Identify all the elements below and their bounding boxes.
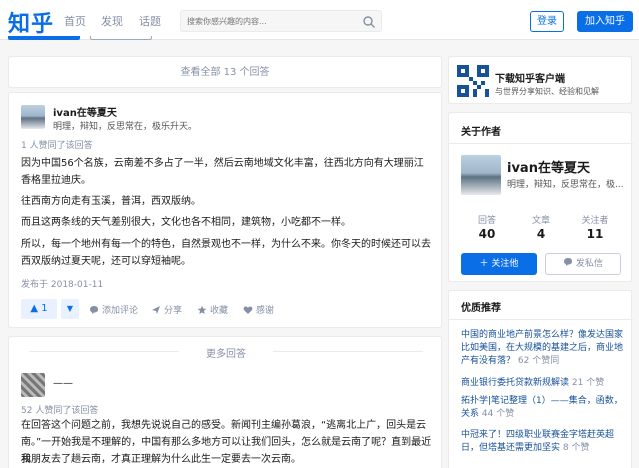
recommendation-line: 比如美国，在大规模的基建之后，商业地 [461, 343, 624, 353]
answer-paragraph: 所以，每一个地州有每一个的特色，自然景观也不一样，为什么不来。你冬天的时候还可以… [21, 239, 431, 267]
upvote-count: 1 [41, 303, 48, 314]
add-comment-button[interactable]: 添加评论 [89, 303, 138, 316]
answer-paragraph: 而且这两条线的天气差别很大，文化也各不相同，建筑物，小吃都不一样。 [21, 217, 351, 228]
recommendation-line: 产有没有落？ [461, 356, 516, 366]
recommendation-item[interactable]: 中冠来了！四级职业联赛金字塔赶英超 日，但塔基还需更加坚实 8 个赞 [461, 429, 625, 455]
plus-icon: ＋ [479, 259, 492, 269]
comment-icon [90, 306, 98, 314]
stat-articles-label: 文章 [531, 216, 550, 226]
recommendation-count: 8 个赞 [562, 443, 590, 453]
app-download-card[interactable]: 下载知乎客户端 与世界分享知识、经验和见解 [448, 56, 632, 104]
thanks-label: 感谢 [256, 306, 275, 316]
recommendation-count: 62 个赞同 [517, 356, 560, 366]
answer-text-line: 和朋友去了趟云南，才真正理解为什么此生一定要去一次云南。 [21, 454, 301, 465]
recommendation-item[interactable]: 中国的商业地产前景怎么样？像发达国家 比如美国，在大规模的基建之后，商业地 产有… [461, 329, 625, 368]
heart-icon [243, 306, 253, 314]
follow-button[interactable]: ＋ 关注他 [461, 253, 537, 275]
message-label: 发私信 [575, 259, 603, 269]
search-icon[interactable] [362, 15, 376, 29]
favorite-label: 收藏 [210, 306, 229, 316]
author-avatar[interactable] [21, 373, 45, 397]
recommendation-count: 44 个赞 [481, 409, 515, 419]
publish-date[interactable]: 发布于 2018-01-11 [21, 277, 103, 290]
favorite-button[interactable]: 收藏 [197, 303, 228, 316]
downvote-arrow-icon: ▼ [66, 304, 74, 313]
message-icon [564, 258, 573, 266]
view-all-answers-link[interactable]: 查看全部 13 个回答 [8, 56, 442, 88]
upvote-arrow-icon: ▲ [30, 303, 39, 314]
recommendation-line: 日，但塔基还需更加坚实 [461, 443, 561, 453]
author-bio: 明理，辩知，反思常在，极乐升天。 [53, 122, 198, 132]
recommendations-card: 优质推荐 中国的商业地产前景怎么样？像发达国家 比如美国，在大规模的基建之后，商… [448, 290, 633, 468]
upvote-button[interactable]: ▲ 1 [21, 299, 57, 319]
answer-paragraph: 往西南方向走有玉溪，普洱，西双版纳。 [21, 196, 201, 207]
votes-note: 1 人赞同了该回答 [21, 141, 93, 151]
cropped-secondary-button[interactable] [90, 36, 152, 40]
join-zhihu-button[interactable]: 加入知乎 [577, 11, 633, 32]
app-download-title: 下载知乎客户端 [495, 74, 565, 85]
share-label: 分享 [164, 306, 183, 316]
add-comment-label: 添加评论 [102, 306, 139, 316]
top-bar: 知乎 首页 发现 话题 登录 加入知乎 [0, 0, 639, 40]
about-author-name[interactable]: ivan在等夏天 [507, 157, 590, 176]
share-button[interactable]: 分享 [151, 303, 182, 316]
votes-note: 52 人赞同了该回答 [21, 406, 99, 416]
login-button[interactable]: 登录 [530, 11, 564, 32]
more-answers-title: 更多回答 [206, 349, 246, 360]
nav-home[interactable]: 首页 [64, 13, 86, 29]
cropped-primary-button[interactable] [8, 36, 80, 40]
share-icon [152, 306, 160, 314]
answer-card: ivan在等夏天 明理，辩知，反思常在，极乐升天。 1 人赞同了该回答 因为中国… [8, 92, 442, 328]
nav-discover[interactable]: 发现 [101, 13, 123, 29]
recommendation-line: 中国的商业地产前景怎么样？像发达国家 [461, 330, 624, 340]
recommendation-line: 拓扑学|笔记整理（1）——集合，函数， [461, 396, 623, 406]
stat-answers-value[interactable]: 40 [459, 227, 515, 241]
author-name[interactable]: —— [53, 378, 73, 389]
nav-topics[interactable]: 话题 [139, 13, 161, 29]
divider [449, 143, 633, 144]
thanks-button[interactable]: 感谢 [243, 303, 274, 316]
star-icon [197, 305, 207, 314]
zhihu-logo[interactable]: 知乎 [8, 6, 54, 38]
about-author-card: 关于作者 ivan在等夏天 明理，辩知，反思常在，极... 回答 40 文章 4… [448, 112, 633, 282]
about-author-bio: 明理，辩知，反思常在，极... [507, 180, 624, 190]
recommendation-line: 中冠来了！四级职业联赛金字塔赶英超 [461, 430, 615, 440]
recommendation-line: 商业银行委托贷款新规解读 [461, 378, 570, 388]
search-box[interactable] [180, 10, 382, 32]
stat-followers-label: 关注者 [581, 216, 609, 226]
stat-articles-value[interactable]: 4 [513, 227, 569, 241]
app-download-subtitle: 与世界分享知识、经验和见解 [495, 87, 599, 96]
recommendation-line: 关系 [461, 409, 480, 419]
search-input[interactable] [187, 14, 357, 28]
author-avatar[interactable] [21, 105, 45, 129]
send-message-button[interactable]: 发私信 [545, 253, 621, 275]
more-answers-card: 更多回答 —— 52 人赞同了该回答 在回答这个问题之前，我想先说说自己的感受。… [8, 336, 442, 468]
recommendation-item[interactable]: 拓扑学|笔记整理（1）——集合，函数， 关系 44 个赞 [461, 395, 625, 421]
recommendation-item[interactable]: 商业银行委托贷款新规解读 21 个赞 [461, 377, 625, 390]
qr-code-icon [457, 65, 489, 97]
divider [449, 319, 633, 320]
downvote-button[interactable]: ▼ [61, 299, 79, 319]
divider [273, 351, 423, 352]
author-avatar-large[interactable] [461, 155, 501, 195]
answer-paragraph: 因为中国56个名族，云南差不多占了一半，然后云南地域文化丰富，往西北方向有大理丽… [21, 158, 424, 186]
about-author-title: 关于作者 [461, 127, 501, 138]
recommendations-title: 优质推荐 [461, 303, 501, 314]
stat-answers-label: 回答 [477, 216, 496, 226]
stat-followers-value[interactable]: 11 [567, 227, 623, 241]
author-name[interactable]: ivan在等夏天 [53, 104, 117, 119]
follow-label: 关注他 [491, 259, 519, 269]
recommendation-count: 21 个赞 [571, 378, 605, 388]
answer-text-line: 在回答这个问题之前，我想先说说自己的感受。新闻刊主编孙葛浪，“逃离北上广，回头是… [21, 420, 427, 431]
